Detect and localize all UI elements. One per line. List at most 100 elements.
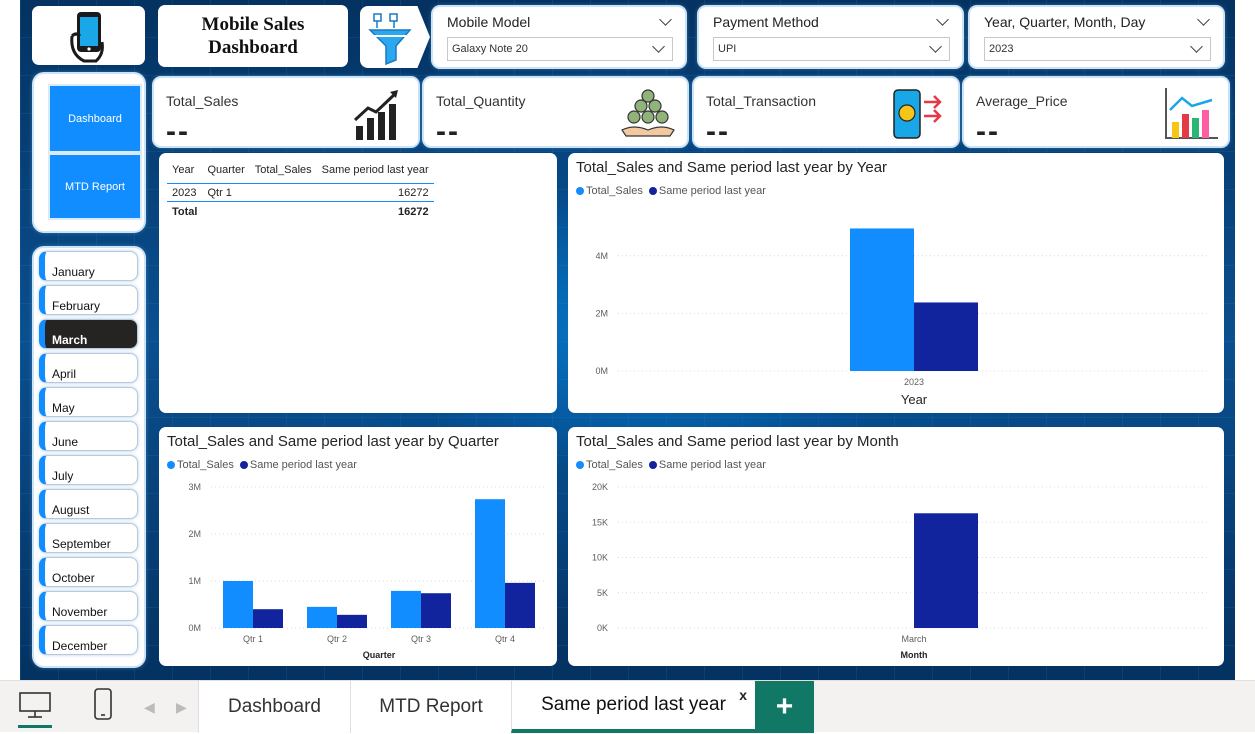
report-canvas: Mobile Sales Dashboard Mobile Model Galax… [20, 0, 1235, 680]
date-slicer-label: Year, Quarter, Month, Day [984, 14, 1146, 30]
y-tick-label: 10K [592, 553, 608, 563]
payment-method-label: Payment Method [713, 14, 819, 30]
column-header[interactable]: Year [167, 161, 202, 184]
chevron-down-icon [1190, 40, 1203, 53]
month-item-may[interactable]: May [39, 387, 138, 417]
mobile-icon [94, 688, 112, 720]
filter-pane-button[interactable] [360, 6, 430, 68]
cell-total-sales [249, 183, 317, 202]
nav-panel: Dashboard MTD Report [34, 74, 144, 231]
tab-label: Same period last year [541, 694, 726, 715]
bar-total-sales [475, 499, 505, 628]
scroll-right-icon[interactable]: ▶ [176, 699, 187, 716]
tab-mtd-report[interactable]: MTD Report [350, 681, 511, 733]
payment-method-value: UPI [718, 43, 737, 55]
desktop-icon [18, 692, 52, 728]
phone-hand-icon [70, 12, 104, 63]
payment-method-slicer[interactable]: Payment Method UPI [699, 7, 962, 67]
kpi-label: Total_Sales [166, 93, 239, 109]
chart-plot: 0K 5K 10K 15K 20K March Month [592, 482, 1210, 660]
x-tick-label: Qtr 1 [243, 634, 263, 644]
chart-by-year: Total_Sales and Same period last year by… [568, 153, 1224, 413]
total-same-period: 16272 [398, 206, 429, 218]
month-item-november[interactable]: November [39, 591, 138, 621]
month-item-february[interactable]: February [39, 285, 138, 315]
title-line1: Mobile Sales [201, 14, 305, 35]
bar-same-period [337, 614, 367, 628]
bar-same-period [253, 609, 283, 628]
y-tick-label: 0K [597, 623, 608, 633]
chart-by-month: Total_Sales and Same period last year by… [568, 427, 1224, 666]
cell-quarter: Qtr 1 [202, 183, 250, 202]
month-item-april[interactable]: April [39, 353, 138, 383]
tab-same-period-last-year[interactable]: Same period last year x [511, 681, 755, 733]
trend-chart-icon [353, 90, 398, 140]
kpi-value: -- [706, 115, 730, 148]
chart-plot: 0M 1M 2M 3M Qtr 1 Qtr 2 Qtr 3 Qtr 4 Quarter [188, 482, 547, 660]
date-slicer[interactable]: Year, Quarter, Month, Day 2023 [970, 7, 1223, 67]
mobile-view-button[interactable] [88, 687, 118, 727]
title-line2: Dashboard [208, 37, 298, 58]
bar-total-sales [307, 606, 337, 628]
mobile-model-label: Mobile Model [447, 14, 531, 30]
y-tick-label: 2M [595, 308, 608, 318]
month-item-august[interactable]: August [39, 489, 138, 519]
y-tick-label: 0M [595, 366, 608, 376]
column-header[interactable]: Quarter [202, 161, 249, 184]
y-tick-label: 3M [188, 482, 201, 492]
month-item-march[interactable]: March [39, 319, 138, 349]
month-item-june[interactable]: June [39, 421, 138, 451]
month-item-december[interactable]: December [39, 625, 138, 655]
bar-total-sales [850, 228, 914, 371]
bar-same-period [914, 513, 978, 628]
y-tick-label: 15K [592, 517, 608, 527]
y-tick-label: 2M [188, 529, 201, 539]
kpi-total-sales: Total_Sales -- [154, 78, 418, 148]
dashboard-nav-button[interactable]: Dashboard [50, 86, 140, 151]
y-tick-label: 0M [188, 623, 201, 633]
column-header[interactable]: Same period last year [317, 161, 434, 184]
y-tick-label: 1M [188, 576, 201, 586]
month-item-october[interactable]: October [39, 557, 138, 587]
y-tick-label: 5K [597, 588, 608, 598]
mobile-model-value: Galaxy Note 20 [452, 43, 528, 55]
y-tick-label: 20K [592, 482, 608, 492]
chevron-down-icon[interactable] [659, 13, 672, 26]
x-tick-label: Qtr 3 [411, 634, 431, 644]
x-tick-label: March [901, 634, 926, 644]
scroll-left-icon[interactable]: ◀ [144, 699, 155, 716]
matrix-table: Year Quarter Total_Sales Same period las… [167, 161, 434, 220]
mobile-model-dropdown[interactable]: Galaxy Note 20 [447, 37, 673, 61]
close-tab-icon[interactable]: x [739, 687, 747, 703]
tab-dashboard[interactable]: Dashboard [198, 681, 350, 733]
x-tick-label: 2023 [904, 377, 924, 387]
phone-payment-icon [893, 89, 942, 139]
month-item-september[interactable]: September [39, 523, 138, 553]
x-axis-title: Month [901, 650, 928, 660]
dashboard-title: Mobile Sales Dashboard [158, 5, 348, 67]
month-slicer-panel: January February March April May June July Augu… [34, 248, 144, 666]
chevron-down-icon [652, 40, 665, 53]
cell-year: 2023 [167, 183, 203, 202]
bar-same-period [421, 593, 451, 628]
chart-plot: 0M 2M 4M 2023 Year [595, 228, 1210, 407]
desktop-view-button[interactable] [14, 687, 56, 729]
chevron-down-icon[interactable] [1197, 13, 1210, 26]
table-row: 2023 Qtr 1 16272 [167, 183, 434, 202]
bar-total-sales [391, 590, 421, 628]
column-header[interactable]: Total_Sales [250, 161, 317, 184]
money-stack-icon [621, 89, 675, 137]
month-item-july[interactable]: July [39, 455, 138, 485]
month-item-january[interactable]: January [39, 251, 138, 281]
add-page-button[interactable]: + [755, 681, 814, 733]
date-slicer-dropdown[interactable]: 2023 [984, 37, 1211, 61]
mtd-report-nav-button[interactable]: MTD Report [50, 155, 140, 218]
chevron-down-icon[interactable] [936, 13, 949, 26]
x-tick-label: Qtr 4 [495, 634, 515, 644]
kpi-label: Average_Price [976, 93, 1068, 109]
bar-same-period [914, 302, 978, 371]
kpi-total-transaction: Total_Transaction -- [694, 78, 958, 148]
total-label: Total [172, 206, 198, 218]
payment-method-dropdown[interactable]: UPI [713, 37, 950, 61]
mobile-model-slicer[interactable]: Mobile Model Galaxy Note 20 [433, 7, 685, 67]
